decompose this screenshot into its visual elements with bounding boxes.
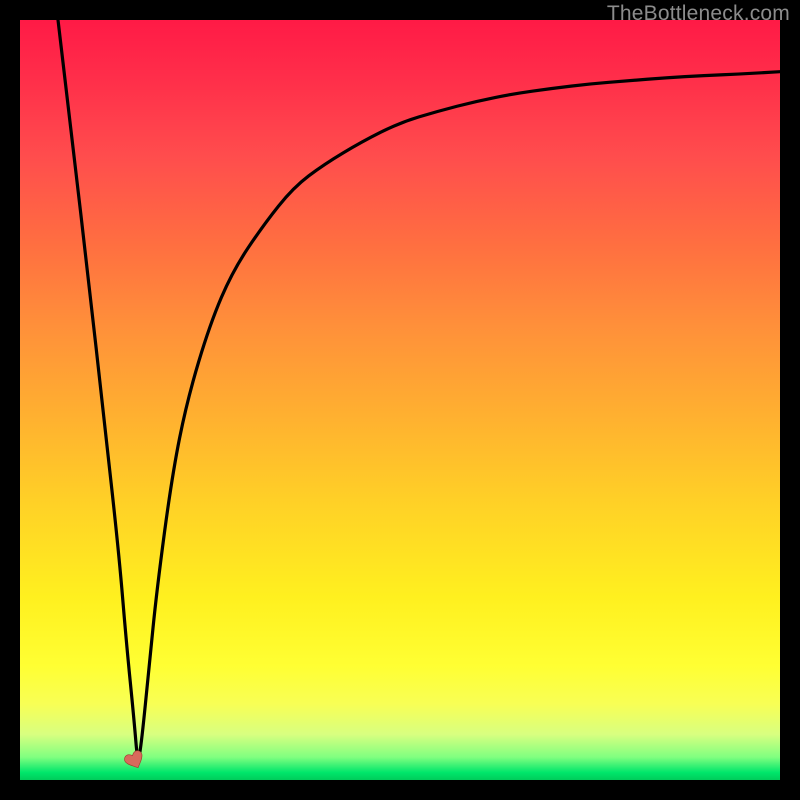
chart-frame: TheBottleneck.com: [0, 0, 800, 800]
bottleneck-curve-path: [58, 20, 780, 757]
heart-icon: [124, 750, 146, 772]
plot-area: [20, 20, 780, 780]
curve-overlay: [20, 20, 780, 780]
